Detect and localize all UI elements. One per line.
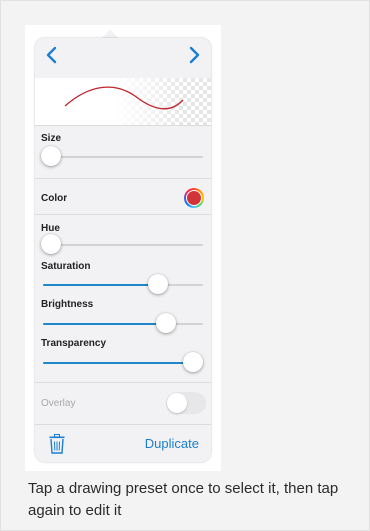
hue-slider-thumb[interactable] xyxy=(41,234,61,254)
hue-label: Hue xyxy=(41,223,60,234)
duplicate-button[interactable]: Duplicate xyxy=(145,436,199,451)
size-slider[interactable] xyxy=(41,146,203,166)
chevron-left-icon[interactable] xyxy=(45,46,57,68)
overlay-toggle-knob xyxy=(167,393,187,413)
drawing-preset-panel: Size Color Hue Saturation Brightness Tra… xyxy=(35,38,211,462)
color-swatch[interactable] xyxy=(184,188,204,208)
size-slider-thumb[interactable] xyxy=(41,146,61,166)
stroke-preview-curve xyxy=(64,86,184,110)
saturation-slider-thumb[interactable] xyxy=(148,274,169,294)
brightness-slider[interactable] xyxy=(43,313,203,333)
transparency-label: Transparency xyxy=(41,338,107,349)
saturation-slider[interactable] xyxy=(43,274,203,294)
size-label: Size xyxy=(41,133,62,144)
figure-caption: Tap a drawing preset once to select it, … xyxy=(28,480,339,519)
brightness-slider-thumb[interactable] xyxy=(156,313,177,333)
overlay-label: Overlay xyxy=(41,398,76,409)
stroke-preview xyxy=(35,78,211,125)
color-label: Color xyxy=(41,193,68,204)
brightness-label: Brightness xyxy=(41,299,94,310)
trash-icon[interactable] xyxy=(49,434,65,459)
saturation-label: Saturation xyxy=(41,261,91,272)
preset-nav xyxy=(35,38,211,78)
color-swatch-fill xyxy=(187,191,201,205)
preset-toolbar: Duplicate xyxy=(35,426,211,462)
hue-slider[interactable] xyxy=(41,234,203,254)
chevron-right-icon[interactable] xyxy=(189,46,201,68)
overlay-toggle[interactable] xyxy=(166,392,206,414)
transparency-slider-thumb[interactable] xyxy=(183,352,204,372)
transparency-slider[interactable] xyxy=(43,352,204,372)
